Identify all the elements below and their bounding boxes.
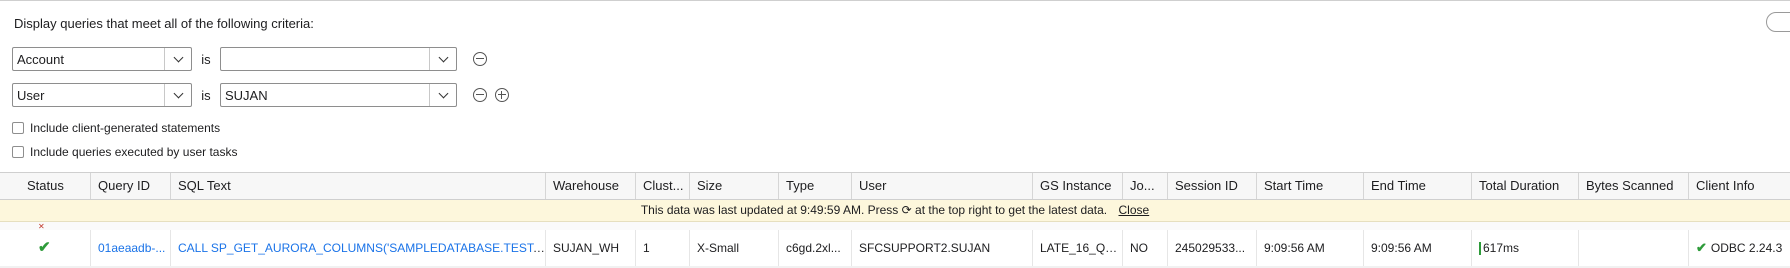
success-check-icon: ✔ <box>1696 240 1707 255</box>
success-check-icon: ✔ <box>38 239 51 256</box>
jobs-cell: NO <box>1122 230 1167 266</box>
column-header-warehouse[interactable]: Warehouse <box>545 173 635 199</box>
remove-condition-icon[interactable] <box>473 52 487 66</box>
field-select-value: Account <box>17 51 64 67</box>
view-toggle[interactable] <box>1766 12 1790 32</box>
field-select-value: User <box>17 87 45 103</box>
stale-data-message: This data was last updated at 9:49:59 AM… <box>640 203 1108 217</box>
column-header-sql-text[interactable]: SQL Text <box>170 173 545 199</box>
column-header-client-info[interactable]: Client Info <box>1688 173 1790 199</box>
chevron-down-icon[interactable] <box>164 48 191 70</box>
status-cell: ✔ <box>0 230 90 266</box>
banner-close-link[interactable]: Close <box>1119 203 1150 217</box>
table-row[interactable]: ✔ 01aeaadb-... CALL SP_GET_AURORA_COLUMN… <box>0 230 1790 267</box>
chevron-down-icon[interactable] <box>429 48 456 70</box>
sql-text-link[interactable]: CALL SP_GET_AURORA_COLUMNS('SAMPLEDATABA… <box>178 241 545 255</box>
column-header-type[interactable]: Type <box>778 173 851 199</box>
chevron-down-icon[interactable] <box>429 84 456 106</box>
client-statements-checkbox-row[interactable]: Include client-generated statements <box>12 121 220 135</box>
column-header-query-id[interactable]: Query ID <box>90 173 170 199</box>
value-select-value: SUJAN <box>225 87 268 103</box>
client-statements-checkbox[interactable] <box>12 122 24 134</box>
add-condition-icon[interactable] <box>495 88 509 102</box>
remove-condition-icon[interactable] <box>473 88 487 102</box>
client-info-cell: ✔ ODBC 2.24.3 <box>1688 230 1790 266</box>
field-select[interactable]: Account <box>12 47 192 71</box>
total-duration-cell: 617ms <box>1471 230 1578 266</box>
warehouse-cell: SUJAN_WH <box>545 230 635 266</box>
column-header-end-time[interactable]: End Time <box>1363 173 1471 199</box>
user-tasks-checkbox-row[interactable]: Include queries executed by user tasks <box>12 145 237 159</box>
stale-data-banner: This data was last updated at 9:49:59 AM… <box>0 200 1790 222</box>
column-header-size[interactable]: Size <box>689 173 778 199</box>
bytes-scanned-cell <box>1578 230 1688 266</box>
start-time-cell: 9:09:56 AM <box>1256 230 1363 266</box>
column-header-gs-instance[interactable]: GS Instance <box>1032 173 1122 199</box>
operator-label: is <box>201 87 211 103</box>
top-divider <box>0 0 1790 1</box>
end-time-cell: 9:09:56 AM <box>1363 230 1471 266</box>
type-cell: c6gd.2xl... <box>778 230 851 266</box>
duration-bar <box>1479 242 1481 256</box>
session-id-cell: 245029533... <box>1167 230 1256 266</box>
sql-text-cell[interactable]: CALL SP_GET_AURORA_COLUMNS('SAMPLEDATABA… <box>170 230 545 266</box>
gs-instance-cell: LATE_16_QU... <box>1032 230 1122 266</box>
clusters-cell: 1 <box>635 230 689 266</box>
chevron-down-icon[interactable] <box>164 84 191 106</box>
column-header-bytes-scanned[interactable]: Bytes Scanned <box>1578 173 1688 199</box>
size-cell: X-Small <box>689 230 778 266</box>
query-id-link[interactable]: 01aeaadb-... <box>98 241 165 255</box>
value-select[interactable] <box>220 47 457 71</box>
column-header-start-time[interactable]: Start Time <box>1256 173 1363 199</box>
column-header-total-duration[interactable]: Total Duration <box>1471 173 1578 199</box>
client-statements-label: Include client-generated statements <box>30 121 221 135</box>
criteria-title: Display queries that meet all of the fol… <box>14 16 314 31</box>
total-duration-value: 617ms <box>1483 241 1520 255</box>
column-header-user[interactable]: User <box>851 173 1032 199</box>
filter-condition-row: User is SUJAN <box>12 82 509 108</box>
field-select[interactable]: User <box>12 83 192 107</box>
filter-condition-row: Account is <box>12 46 487 72</box>
query-id-cell[interactable]: 01aeaadb-... <box>90 230 170 266</box>
column-header-status[interactable]: Status <box>0 173 90 199</box>
column-header-clusters[interactable]: Clust... <box>635 173 689 199</box>
user-tasks-label: Include queries executed by user tasks <box>30 145 238 159</box>
column-header-jobs[interactable]: Jo... <box>1122 173 1167 199</box>
operator-label: is <box>201 51 211 67</box>
user-tasks-checkbox[interactable] <box>12 146 24 158</box>
table-header: Status Query ID SQL Text Warehouse Clust… <box>0 172 1790 200</box>
value-select[interactable]: SUJAN <box>220 83 457 107</box>
column-header-session-id[interactable]: Session ID <box>1167 173 1256 199</box>
client-info-value: ODBC 2.24.3 <box>1710 241 1783 255</box>
user-cell: SFCSUPPORT2.SUJAN <box>851 230 1032 266</box>
